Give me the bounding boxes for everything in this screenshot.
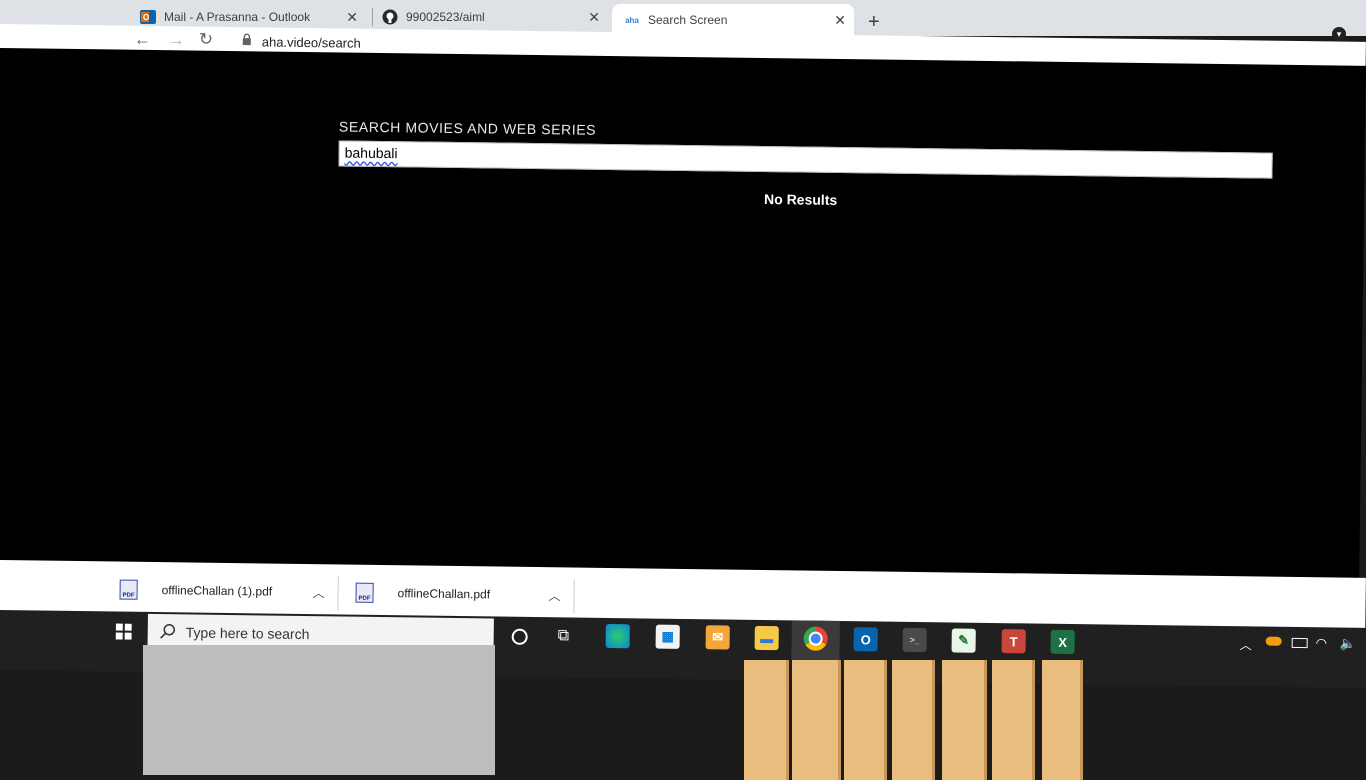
teams-icon[interactable]: T [1001,629,1026,654]
tab-search-screen[interactable]: aha Search Screen ✕ [612,4,854,36]
volume-icon[interactable]: 🔈 [1340,636,1356,652]
foreground-slat [792,660,841,780]
chevron-up-icon[interactable]: ︿ [1240,636,1252,653]
download-item[interactable]: PDF offlineChallan.pdf ︿ [355,582,561,606]
task-view-icon[interactable]: ⧉ [558,627,570,645]
battery-icon[interactable] [1291,637,1308,649]
no-results-message: No Results [763,191,838,208]
mail-icon[interactable]: ✉ [705,625,730,650]
reload-icon[interactable]: ↻ [199,30,213,50]
aha-icon: aha [625,15,639,25]
tab-title: Search Screen [648,13,728,27]
download-filename: offlineChallan (1).pdf [161,583,273,599]
back-icon[interactable]: ← [134,30,151,50]
terminal-icon[interactable]: >_ [902,627,927,653]
foreground-slat [744,660,789,780]
new-tab-button[interactable]: + [868,12,880,32]
search-input[interactable]: bahubali [338,140,1273,179]
outlook-icon[interactable]: O [853,627,878,652]
notepad-icon[interactable]: ✎ [951,628,976,653]
taskbar-search-placeholder: Type here to search [185,624,310,643]
url-text: aha.video/search [261,33,361,51]
tab-title: 99002523/aiml [406,10,485,24]
foreground-slat [942,660,987,780]
download-filename: offlineChallan.pdf [397,586,491,602]
store-icon[interactable]: ▦ [655,624,680,649]
outlook-icon: O [140,9,156,25]
onedrive-icon[interactable] [1265,636,1282,646]
file-explorer-icon[interactable]: ▬ [754,625,779,651]
cortana-icon[interactable] [511,628,528,645]
page-content: SEARCH MOVIES AND WEB SERIES bahubali No… [0,48,1366,606]
foreground-slat [844,660,887,780]
close-icon[interactable]: ✕ [588,9,600,26]
search-icon [160,623,176,642]
close-icon[interactable]: ✕ [834,12,846,29]
windows-start-icon[interactable] [115,623,132,645]
edge-icon[interactable] [605,623,630,649]
foreground-slat [892,660,935,780]
lock-icon [242,32,252,50]
tab-divider [372,8,373,26]
github-icon [382,9,398,25]
search-heading: SEARCH MOVIES AND WEB SERIES [338,118,597,138]
pdf-file-icon: PDF [119,579,138,600]
chevron-down-icon: ▾ [1336,28,1342,39]
download-item[interactable]: PDF offlineChallan (1).pdf ︿ [119,579,325,603]
shelf-divider [573,579,575,614]
wifi-icon[interactable]: ◠ [1316,635,1328,651]
chevron-up-icon[interactable]: ︿ [312,584,324,601]
search-query-text: bahubali [344,144,398,162]
foreground-paper [143,645,495,775]
pdf-file-icon: PDF [355,582,374,603]
forward-icon[interactable]: → [168,30,185,50]
close-icon[interactable]: ✕ [346,9,358,26]
tab-search-button[interactable]: ▾ [1332,27,1346,41]
tab-title: Mail - A Prasanna - Outlook [164,10,311,24]
shelf-divider [337,576,339,611]
foreground-slat [1042,660,1083,780]
svg-text:O: O [143,13,149,22]
chevron-up-icon[interactable]: ︿ [548,587,560,604]
foreground-slat [992,660,1035,780]
excel-icon[interactable]: X [1050,629,1075,655]
